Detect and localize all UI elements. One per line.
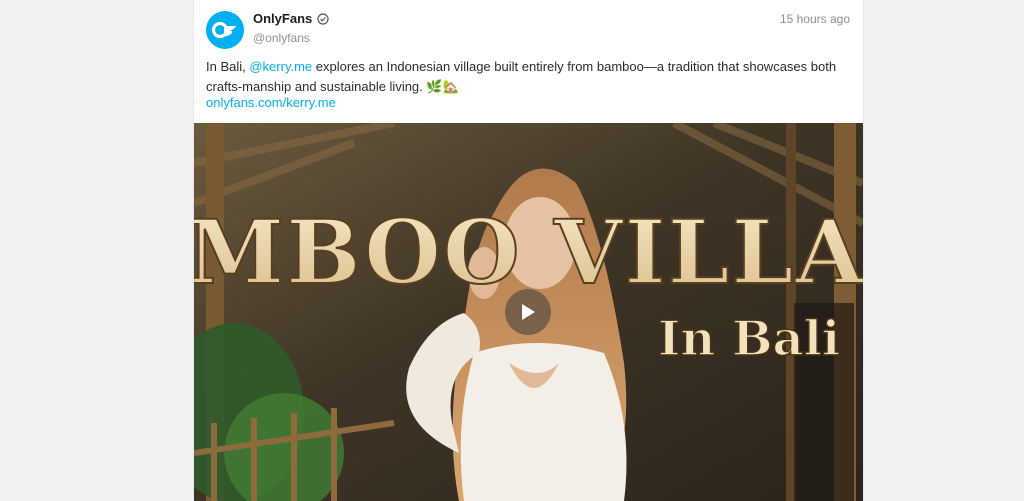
mention-link[interactable]: @kerry.me	[249, 59, 312, 74]
play-button[interactable]	[505, 289, 551, 335]
play-icon	[522, 304, 535, 320]
post-text: In Bali, @kerry.me explores an Indonesia…	[206, 57, 851, 97]
onlyfans-logo-icon	[212, 21, 236, 39]
video-thumbnail[interactable]: BAMBOO VILLAGE In Bali	[194, 123, 863, 501]
post-timestamp[interactable]: 15 hours ago	[780, 12, 850, 26]
post-card: OnlyFans @onlyfans 15 hours ago In Bali,…	[194, 0, 863, 501]
author-avatar[interactable]	[206, 11, 244, 49]
author-handle[interactable]: @onlyfans	[253, 31, 310, 45]
post-text-before: In Bali,	[206, 59, 250, 74]
thumbnail-title-line2: In Bali	[658, 311, 840, 367]
verified-badge-icon	[317, 12, 329, 25]
author-name-row: OnlyFans	[253, 11, 329, 26]
author-name[interactable]: OnlyFans	[253, 11, 312, 26]
profile-link[interactable]: onlyfans.com/kerry.me	[206, 95, 336, 110]
